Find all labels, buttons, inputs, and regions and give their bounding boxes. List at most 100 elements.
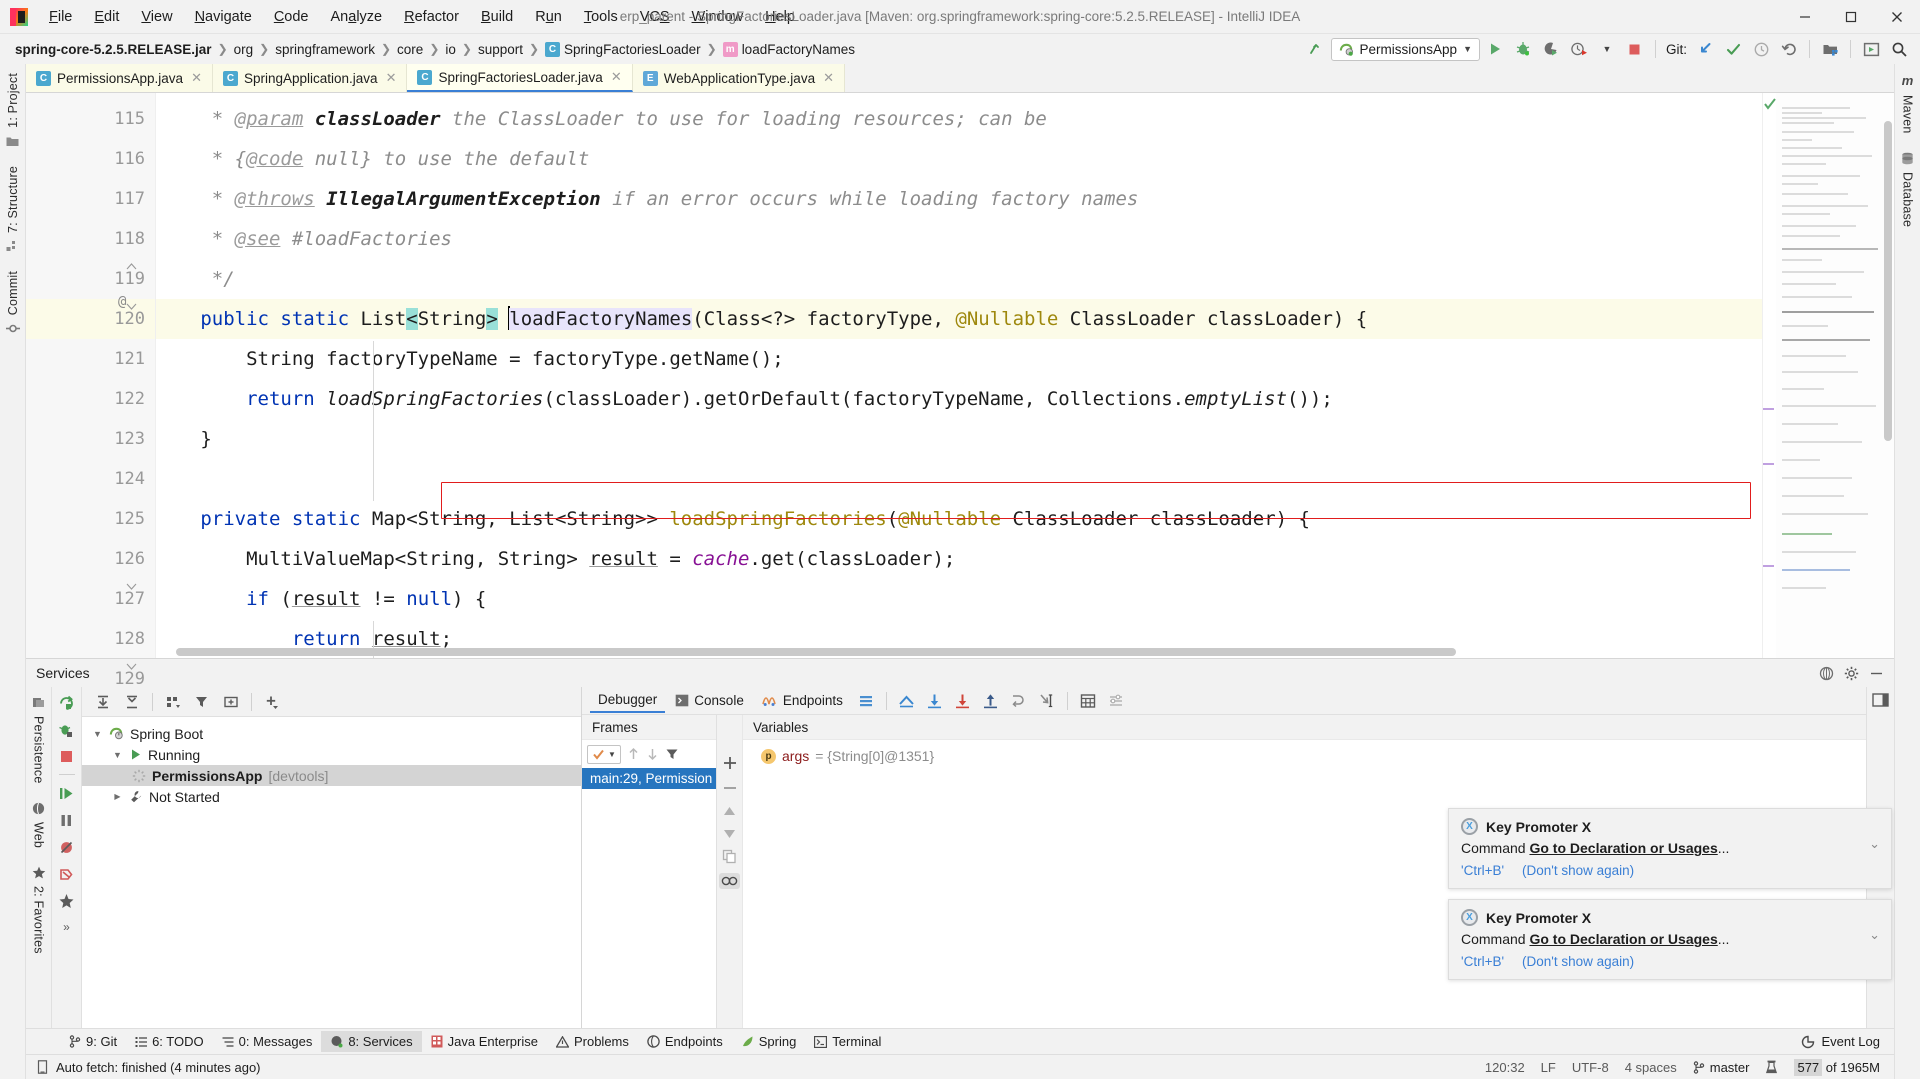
code-editor[interactable]: 115 116 117 118 119 120 121 122 123 124 … — [26, 93, 1894, 689]
shortcut-link[interactable]: 'Ctrl+B' — [1461, 863, 1504, 878]
menu-run[interactable]: Run — [524, 5, 573, 29]
tab-permissionsapp[interactable]: C PermissionsApp.java ✕ — [26, 64, 213, 92]
layout-icon[interactable] — [1872, 692, 1889, 708]
breadcrumb-item-method[interactable]: m loadFactoryNames — [718, 40, 860, 59]
run-anything-icon[interactable] — [1858, 37, 1884, 61]
menu-refactor[interactable]: Refactor — [393, 5, 470, 29]
build-icon[interactable] — [1303, 37, 1329, 61]
services-tree[interactable]: ▼ Spring Boot ▼ Running PermissionsApp [… — [82, 717, 581, 1028]
thread-selector[interactable]: ▼ — [587, 744, 621, 764]
editor-scrollbar[interactable] — [1884, 121, 1892, 441]
chevron-down-icon[interactable]: ▼ — [1594, 37, 1620, 61]
add-watch-icon[interactable] — [722, 755, 738, 771]
menu-navigate[interactable]: Navigate — [184, 5, 263, 29]
line-separator[interactable]: LF — [1541, 1060, 1556, 1075]
show-execution-point-icon[interactable] — [894, 689, 920, 713]
run-coverage-icon[interactable] — [1538, 37, 1564, 61]
history-icon[interactable] — [1748, 37, 1774, 61]
resume-program-icon[interactable] — [58, 785, 75, 802]
fold-icon[interactable] — [126, 261, 137, 272]
sidebar-item-favorites[interactable]: 2: Favorites — [32, 857, 46, 963]
notification-icon[interactable] — [36, 1060, 49, 1074]
add-service-icon[interactable] — [259, 690, 285, 714]
pin-tab-icon[interactable] — [58, 893, 75, 910]
tab-endpoints[interactable]: Endpoints — [754, 690, 851, 711]
move-down-icon[interactable] — [722, 827, 737, 840]
dont-show-again-link[interactable]: (Don't show again) — [1522, 954, 1634, 969]
step-out-icon[interactable] — [978, 689, 1004, 713]
breadcrumb-item-core[interactable]: core — [392, 40, 428, 59]
tree-node-running[interactable]: ▼ Running — [82, 744, 581, 765]
group-by-icon[interactable] — [160, 690, 186, 714]
tool-button-terminal[interactable]: Terminal — [805, 1031, 890, 1052]
menu-view[interactable]: View — [130, 5, 183, 29]
close-icon[interactable]: ✕ — [384, 70, 399, 86]
pause-program-icon[interactable] — [58, 812, 75, 829]
sidebar-item-structure[interactable]: 7: Structure — [6, 157, 20, 262]
stop-icon[interactable] — [1622, 37, 1648, 61]
sidebar-item-persistence[interactable]: Persistence — [32, 687, 46, 793]
menu-analyze[interactable]: Analyze — [320, 5, 394, 29]
fold-icon[interactable] — [126, 301, 137, 312]
filter-frames-icon[interactable] — [665, 747, 679, 761]
menu-code[interactable]: Code — [263, 5, 320, 29]
tab-debugger[interactable]: Debugger — [590, 689, 666, 713]
drop-frame-icon[interactable] — [1006, 689, 1032, 713]
view-breakpoints-icon[interactable] — [58, 866, 75, 883]
sidebar-item-web[interactable]: Web — [32, 793, 46, 857]
code-content[interactable]: * @param classLoader the ClassLoader to … — [156, 93, 1762, 658]
filter-icon[interactable] — [189, 690, 215, 714]
tool-button-problems[interactable]: Problems — [547, 1031, 638, 1052]
sidebar-item-database[interactable]: Database — [1901, 143, 1915, 236]
close-button[interactable] — [1874, 0, 1920, 34]
notification-key-promoter-2[interactable]: X Key Promoter X Command Go to Declarati… — [1448, 899, 1892, 980]
breadcrumb-item-io[interactable]: io — [440, 40, 461, 59]
git-branch-widget[interactable]: master — [1693, 1060, 1749, 1075]
rollback-icon[interactable] — [1776, 37, 1802, 61]
tree-node-permissionsapp[interactable]: PermissionsApp [devtools] — [82, 765, 581, 786]
stop-icon[interactable] — [59, 749, 74, 764]
fold-icon[interactable] — [126, 581, 137, 592]
hide-panel-icon[interactable] — [1869, 666, 1884, 681]
tool-button-messages[interactable]: 0: Messages — [213, 1031, 322, 1052]
inspector-icon[interactable] — [1765, 1060, 1778, 1074]
tool-button-todo[interactable]: 6: TODO — [126, 1031, 213, 1052]
more-icon[interactable]: » — [63, 920, 70, 934]
twisty-icon[interactable]: ▶ — [112, 792, 123, 801]
remove-watch-icon[interactable] — [722, 780, 738, 796]
editor-gutter[interactable]: 115 116 117 118 119 120 121 122 123 124 … — [26, 93, 156, 689]
mute-breakpoints-icon[interactable] — [58, 839, 75, 856]
run-icon[interactable] — [1482, 37, 1508, 61]
chevron-down-icon[interactable]: ⌄ — [1869, 927, 1880, 943]
evaluate-expression-icon[interactable] — [1075, 689, 1101, 713]
event-log-button[interactable]: Event Log — [1801, 1034, 1894, 1049]
update-project-icon[interactable] — [1692, 37, 1718, 61]
debug-icon[interactable] — [1510, 37, 1536, 61]
tab-springapplication[interactable]: C SpringApplication.java ✕ — [212, 64, 408, 92]
maximize-button[interactable] — [1828, 0, 1874, 34]
menu-file[interactable]: FFileile — [38, 5, 83, 29]
menu-edit[interactable]: Edit — [83, 5, 130, 29]
chevron-down-icon[interactable]: ⌄ — [1869, 836, 1880, 852]
tab-webapplicationtype[interactable]: E WebApplicationType.java ✕ — [632, 64, 845, 92]
caret-position[interactable]: 120:32 — [1485, 1060, 1525, 1075]
frame-up-icon[interactable] — [627, 747, 640, 761]
search-everywhere-icon[interactable] — [1886, 37, 1912, 61]
frame-down-icon[interactable] — [646, 747, 659, 761]
settings-icon[interactable] — [1103, 689, 1129, 713]
variable-row-args[interactable]: p args = {String[0]@1351} — [761, 748, 1866, 764]
run-to-cursor-icon[interactable] — [1034, 689, 1060, 713]
sidebar-item-maven[interactable]: m Maven — [1901, 64, 1915, 143]
menu-vcs[interactable]: VCS — [629, 5, 681, 29]
dont-show-again-link[interactable]: (Don't show again) — [1522, 863, 1634, 878]
tool-button-git[interactable]: 9: Git — [60, 1031, 126, 1052]
menu-window[interactable]: Window — [681, 5, 755, 29]
tool-button-endpoints[interactable]: Endpoints — [638, 1031, 732, 1052]
tree-node-spring-boot[interactable]: ▼ Spring Boot — [82, 723, 581, 744]
sidebar-item-project[interactable]: 1: Project — [6, 64, 20, 157]
close-icon[interactable]: ✕ — [189, 70, 204, 86]
memory-indicator[interactable]: 577 of 1965M — [1794, 1058, 1880, 1076]
move-up-icon[interactable] — [722, 805, 737, 818]
breadcrumb-item-class[interactable]: C SpringFactoriesLoader — [540, 40, 706, 59]
editor-horizontal-scrollbar[interactable] — [176, 648, 1456, 656]
